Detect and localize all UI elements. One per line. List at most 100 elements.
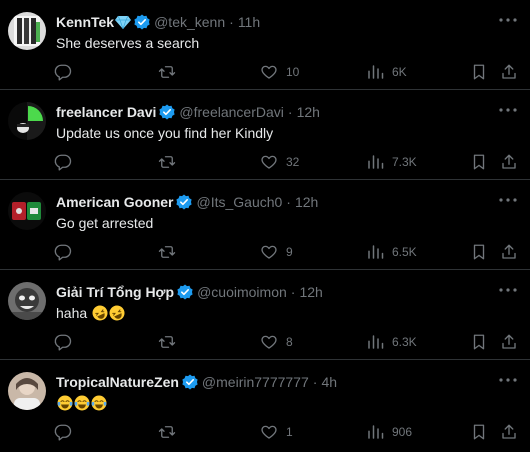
like-count: 32 — [286, 155, 300, 169]
more-icon[interactable] — [498, 100, 518, 120]
views-icon — [368, 425, 384, 439]
reply-icon[interactable] — [54, 422, 72, 442]
retweet-icon[interactable] — [158, 332, 176, 352]
views-button[interactable]: 906 — [366, 422, 412, 442]
timestamp[interactable]: 12h — [295, 194, 318, 210]
views-button[interactable]: 6.3K — [366, 332, 417, 352]
avatar[interactable] — [8, 12, 46, 50]
timestamp[interactable]: 12h — [297, 104, 320, 120]
tweet-text: Go get arrested — [56, 215, 154, 231]
views-button[interactable]: 6.5K — [366, 242, 417, 262]
views-count: 906 — [392, 425, 413, 439]
like-button[interactable]: 10 — [260, 62, 299, 82]
like-button[interactable]: 32 — [260, 152, 299, 172]
author-handle[interactable]: @freelancerDavi — [179, 104, 283, 120]
reply-icon[interactable] — [54, 62, 72, 82]
more-icon[interactable] — [498, 190, 518, 210]
tweet-header: Giải Trí Tổng Hợp @cuoimoimon · 12h — [56, 282, 490, 302]
separator-dot: · — [286, 194, 291, 210]
author-name[interactable]: American Gooner — [56, 194, 173, 210]
views-count: 6.3K — [392, 335, 417, 349]
tweet-item[interactable]: KennTek @tek_kenn · 11h She deserves a s… — [0, 0, 530, 90]
share-icon[interactable] — [500, 62, 518, 82]
author-name[interactable]: TropicalNatureZen — [56, 374, 179, 390]
separator-dot: · — [229, 14, 234, 30]
author-handle[interactable]: @tek_kenn — [154, 14, 225, 30]
like-button[interactable]: 1 — [260, 422, 293, 442]
tweet-text — [56, 395, 107, 411]
tweet-item[interactable]: Giải Trí Tổng Hợp @cuoimoimon · 12h haha — [0, 270, 530, 360]
tweet-item[interactable]: freelancer Davi @freelancerDavi · 12h Up… — [0, 90, 530, 180]
bookmark-icon[interactable] — [470, 152, 488, 172]
action-bar: 10 6K — [54, 62, 520, 82]
more-icon[interactable] — [498, 280, 518, 300]
gem-icon — [115, 15, 132, 29]
timestamp[interactable]: 12h — [299, 284, 322, 300]
share-icon[interactable] — [500, 242, 518, 262]
tweet-item[interactable]: American Gooner @Its_Gauch0 · 12h Go get… — [0, 180, 530, 270]
bookmark-icon[interactable] — [470, 62, 488, 82]
action-bar: 32 7.3K — [54, 152, 520, 172]
reply-icon[interactable] — [54, 242, 72, 262]
reply-icon[interactable] — [54, 332, 72, 352]
heart-icon — [261, 65, 277, 79]
author-handle[interactable]: @meirin7777777 — [202, 374, 309, 390]
views-button[interactable]: 6K — [366, 62, 407, 82]
tears-of-joy-emoji — [91, 395, 107, 411]
avatar[interactable] — [8, 102, 46, 140]
heart-icon — [261, 155, 277, 169]
views-icon — [368, 155, 384, 169]
like-count: 9 — [286, 245, 293, 259]
avatar[interactable] — [8, 192, 46, 230]
avatar[interactable] — [8, 282, 46, 320]
separator-dot: · — [287, 104, 293, 120]
verified-badge-icon — [176, 194, 193, 210]
bookmark-icon[interactable] — [470, 242, 488, 262]
action-bar: 9 6.5K — [54, 242, 520, 262]
author-handle[interactable]: @Its_Gauch0 — [196, 194, 282, 210]
like-count: 8 — [286, 335, 293, 349]
views-count: 6.5K — [392, 245, 417, 259]
author-name[interactable]: Giải Trí Tổng Hợp — [56, 284, 174, 300]
tweet-text: haha — [56, 305, 125, 321]
views-icon — [368, 335, 384, 349]
views-button[interactable]: 7.3K — [366, 152, 417, 172]
heart-icon — [261, 245, 277, 259]
verified-badge-icon — [159, 104, 176, 120]
author-name[interactable]: freelancer Davi — [56, 104, 156, 120]
bookmark-icon[interactable] — [470, 332, 488, 352]
share-icon[interactable] — [500, 422, 518, 442]
views-icon — [368, 65, 384, 79]
avatar[interactable] — [8, 372, 46, 410]
rolling-laughing-emoji — [92, 305, 108, 321]
like-count: 1 — [286, 425, 293, 439]
like-count: 10 — [286, 65, 300, 79]
author-name[interactable]: KennTek — [56, 14, 114, 30]
action-bar: 1 906 — [54, 422, 520, 442]
share-icon[interactable] — [500, 152, 518, 172]
bookmark-icon[interactable] — [470, 422, 488, 442]
tweet-header: KennTek @tek_kenn · 11h — [56, 12, 490, 32]
retweet-icon[interactable] — [158, 62, 176, 82]
retweet-icon[interactable] — [158, 152, 176, 172]
retweet-icon[interactable] — [158, 242, 176, 262]
heart-icon — [261, 425, 277, 439]
share-icon[interactable] — [500, 332, 518, 352]
views-icon — [368, 245, 384, 259]
tweet-item[interactable]: TropicalNatureZen @meirin7777777 · 4h 1 — [0, 360, 530, 450]
heart-icon — [261, 335, 277, 349]
views-count: 7.3K — [392, 155, 417, 169]
author-handle[interactable]: @cuoimoimon — [197, 284, 287, 300]
reply-icon[interactable] — [54, 152, 72, 172]
like-button[interactable]: 9 — [260, 242, 293, 262]
tweet-text: She deserves a search — [56, 35, 200, 51]
action-bar: 8 6.3K — [54, 332, 520, 352]
more-icon[interactable] — [498, 370, 518, 390]
more-icon[interactable] — [498, 10, 518, 30]
verified-badge-icon — [177, 284, 193, 300]
timestamp[interactable]: 11h — [238, 14, 260, 30]
views-count: 6K — [392, 65, 407, 79]
timestamp[interactable]: 4h — [321, 374, 337, 390]
like-button[interactable]: 8 — [260, 332, 293, 352]
retweet-icon[interactable] — [158, 422, 176, 442]
